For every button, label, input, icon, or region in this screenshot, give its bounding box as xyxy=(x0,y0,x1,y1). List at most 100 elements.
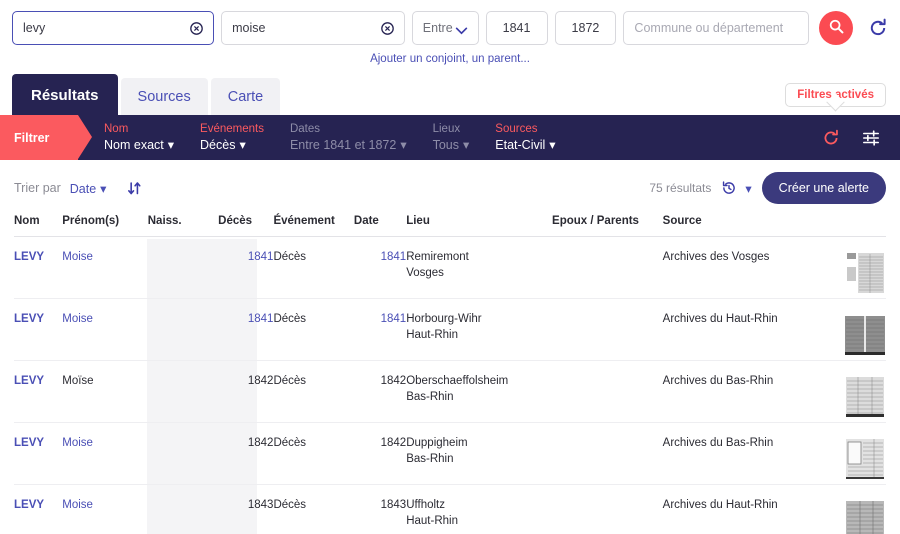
cell-thumbnail[interactable] xyxy=(824,485,886,534)
sort-select[interactable]: Date▾ xyxy=(70,181,107,196)
cell-evenement: Décès xyxy=(273,485,353,534)
prenom-link[interactable]: Moise xyxy=(62,313,93,325)
chevron-down-icon xyxy=(455,24,468,32)
lastname-field[interactable]: levy xyxy=(12,11,214,45)
caret-down-icon: ▾ xyxy=(239,137,245,153)
caret-down-icon: ▾ xyxy=(400,137,406,153)
search-button[interactable] xyxy=(819,11,853,45)
place-field[interactable]: Commune ou département xyxy=(623,11,809,45)
cell-lieu: OberschaeffolsheimBas-Rhin xyxy=(406,361,552,423)
document-thumbnail[interactable] xyxy=(844,437,886,483)
year-to-field[interactable]: 1872 xyxy=(555,11,617,45)
sliders-icon[interactable] xyxy=(862,129,880,147)
filter-toggle-button[interactable]: Filtrer xyxy=(0,115,78,160)
cell-source: Archives du Haut-Rhin xyxy=(663,485,824,534)
nom-link[interactable]: LEVY xyxy=(14,313,44,325)
cell-naiss xyxy=(148,361,218,423)
cell-epoux xyxy=(552,299,663,361)
cell-naiss xyxy=(148,423,218,485)
nom-link[interactable]: LEVY xyxy=(14,375,44,387)
tab-sources[interactable]: Sources xyxy=(121,78,208,115)
caret-down-icon: ▾ xyxy=(549,137,555,153)
clear-circle-icon[interactable] xyxy=(190,22,203,35)
table-row[interactable]: LEVY Moise 1841 Décès 1841 Horbourg-Wihr… xyxy=(14,299,886,361)
cell-epoux xyxy=(552,423,663,485)
table-row[interactable]: LEVY Moise 1843 Décès 1843 UffholtzHaut-… xyxy=(14,485,886,534)
date-mode-select[interactable]: Entre xyxy=(412,11,479,45)
cell-thumbnail[interactable] xyxy=(824,237,886,299)
cell-naiss xyxy=(148,299,218,361)
lieu-city: Uffholtz xyxy=(406,499,445,511)
clear-circle-icon[interactable] xyxy=(381,22,394,35)
caret-down-icon: ▾ xyxy=(745,181,751,196)
caret-down-icon: ▾ xyxy=(463,137,469,153)
deces-link[interactable]: 1841 xyxy=(248,313,274,325)
cell-prenom: Moise xyxy=(62,423,147,485)
sort-arrows-icon[interactable] xyxy=(127,181,142,196)
cell-lieu: DuppigheimBas-Rhin xyxy=(406,423,552,485)
filter-group-dates[interactable]: Dates Entre 1841 et 1872▾ xyxy=(290,115,407,160)
cell-nom: LEVY xyxy=(14,485,62,534)
date-link[interactable]: 1841 xyxy=(381,251,407,263)
cell-thumbnail[interactable] xyxy=(824,423,886,485)
prenom-link[interactable]: Moise xyxy=(62,437,93,449)
filter-group-sources[interactable]: Sources Etat-Civil▾ xyxy=(495,115,555,160)
lieu-region: Vosges xyxy=(406,267,552,279)
cell-thumbnail[interactable] xyxy=(824,361,886,423)
refresh-icon[interactable] xyxy=(822,129,840,147)
document-thumbnail[interactable] xyxy=(844,375,886,421)
cell-prenom: Moise xyxy=(62,485,147,534)
refresh-icon[interactable] xyxy=(868,18,888,38)
table-row[interactable]: LEVY Moise 1841 Décès 1841 Remiremont Vos… xyxy=(14,237,886,299)
lieu-city: Remiremont xyxy=(406,251,469,263)
year-from-field[interactable]: 1841 xyxy=(486,11,548,45)
tab-resultats[interactable]: Résultats xyxy=(12,74,118,115)
year-to-value: 1872 xyxy=(572,21,600,35)
tab-bar: Résultats Sources Carte Filtres activés xyxy=(0,74,900,115)
filter-value-dates: Entre 1841 et 1872▾ xyxy=(290,137,407,153)
nom-link[interactable]: LEVY xyxy=(14,499,44,511)
filter-value-lieux: Tous▾ xyxy=(433,137,470,153)
prenom-link[interactable]: Moise xyxy=(62,499,93,511)
col-epoux-parents: Epoux / Parents xyxy=(552,213,663,237)
document-thumbnail[interactable] xyxy=(844,251,886,297)
history-clock-icon[interactable]: ▾ xyxy=(721,180,751,196)
filter-group-lieux[interactable]: Lieux Tous▾ xyxy=(433,115,470,160)
filter-group-nom[interactable]: Nom Nom exact▾ xyxy=(104,115,174,160)
caret-down-icon: ▾ xyxy=(100,181,106,196)
filter-label-lieux: Lieux xyxy=(433,122,470,137)
firstname-field[interactable]: moise xyxy=(221,11,405,45)
cell-date: 1841 xyxy=(354,299,406,361)
search-icon xyxy=(828,18,845,38)
cell-prenom: Moise xyxy=(62,237,147,299)
cell-deces: 1841 xyxy=(218,237,273,299)
deces-link[interactable]: 1841 xyxy=(248,251,274,263)
cell-epoux xyxy=(552,485,663,534)
prenom-link[interactable]: Moise xyxy=(62,251,93,263)
sort-bar-right: 75 résultats ▾ Créer une alerte xyxy=(649,172,886,204)
sort-label: Trier par xyxy=(14,181,61,195)
caret-down-icon: ▾ xyxy=(168,137,174,153)
nom-link[interactable]: LEVY xyxy=(14,437,44,449)
cell-evenement: Décès xyxy=(273,423,353,485)
filter-group-evenements[interactable]: Evénements Décès▾ xyxy=(200,115,264,160)
cell-nom: LEVY xyxy=(14,237,62,299)
cell-deces: 1842 xyxy=(218,361,273,423)
cell-source: Archives du Bas-Rhin xyxy=(663,423,824,485)
table-row[interactable]: LEVY Moise 1842 Décès 1842 DuppigheimBas… xyxy=(14,423,886,485)
table-header-row: Nom Prénom(s) Naiss. Décès Événement Dat… xyxy=(14,213,886,237)
cell-evenement: Décès xyxy=(273,299,353,361)
document-thumbnail[interactable] xyxy=(844,499,886,534)
add-relative-link[interactable]: Ajouter un conjoint, un parent... xyxy=(0,53,900,65)
tab-carte[interactable]: Carte xyxy=(211,78,280,115)
date-link[interactable]: 1841 xyxy=(381,313,407,325)
document-thumbnail[interactable] xyxy=(844,313,886,359)
cell-thumbnail[interactable] xyxy=(824,299,886,361)
col-nom: Nom xyxy=(14,213,62,237)
cell-evenement: Décès xyxy=(273,237,353,299)
search-results-page: levy moise Entre 1841 1872 Commune ou dé… xyxy=(0,0,900,534)
create-alert-button[interactable]: Créer une alerte xyxy=(762,172,886,204)
filter-value-sources: Etat-Civil▾ xyxy=(495,137,555,153)
table-row[interactable]: LEVY Moïse 1842 Décès 1842 Oberschaeffol… xyxy=(14,361,886,423)
nom-link[interactable]: LEVY xyxy=(14,251,44,263)
